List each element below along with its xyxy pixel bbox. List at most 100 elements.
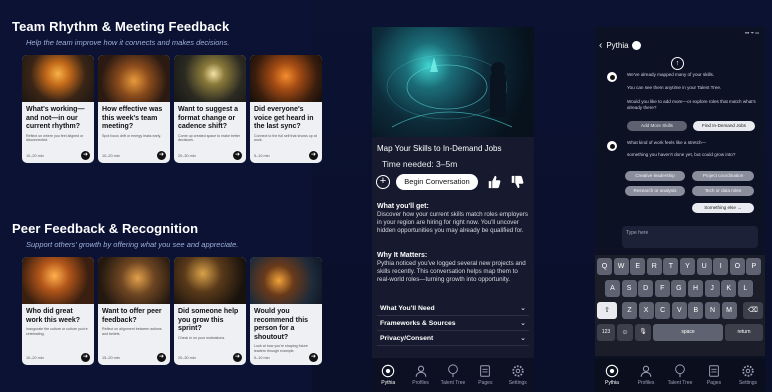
card-description: Connect to the full self that shows up a… — [254, 133, 317, 143]
pythia-avatar — [607, 72, 617, 82]
accordion-frameworks-sources[interactable]: Frameworks & Sources ⌄ — [377, 318, 529, 331]
feedback-card[interactable]: Who did great work this week? Inaugurate… — [22, 257, 94, 365]
card-title: Want to offer peer feedback? — [102, 308, 162, 324]
key[interactable]: O — [729, 258, 745, 275]
tab-profiles[interactable]: Profiles — [631, 364, 661, 386]
return-key[interactable]: return — [725, 324, 763, 341]
chat-input[interactable]: Type here — [622, 226, 758, 248]
tab-pages[interactable]: Pages — [470, 364, 500, 386]
accordion-label: Frameworks & Sources — [380, 320, 456, 327]
thumbs-up-icon[interactable] — [487, 175, 501, 189]
card-duration: 20–30 min — [178, 356, 196, 360]
key[interactable]: L — [737, 280, 753, 297]
arrow-right-icon[interactable]: ➜ — [233, 353, 242, 362]
thumbs-down-icon[interactable] — [510, 175, 524, 189]
tab-profiles[interactable]: Profiles — [406, 364, 436, 386]
keyboard-row-4: 123 ☺ 🎙 space return — [597, 324, 763, 343]
microphone-key[interactable]: 🎙 — [635, 324, 651, 341]
tab-pages[interactable]: Pages — [699, 364, 729, 386]
shift-key[interactable]: ⇧ — [597, 302, 617, 319]
feedback-card[interactable]: Did someone help you grow this sprint? C… — [174, 257, 246, 365]
tab-pythia[interactable]: Pythia — [373, 364, 403, 386]
chevron-down-icon: ⌄ — [520, 320, 526, 327]
option-chip[interactable]: Creative leadership — [625, 171, 685, 181]
key[interactable]: U — [696, 258, 712, 275]
key[interactable]: G — [671, 280, 687, 297]
arrow-right-icon[interactable]: ➜ — [157, 353, 166, 362]
arrow-right-icon[interactable]: ➜ — [81, 353, 90, 362]
time-needed: Time needed: 3–5m — [382, 159, 458, 169]
feedback-card[interactable]: Want to suggest a format change or caden… — [174, 55, 246, 163]
arrow-right-icon[interactable]: ➜ — [157, 151, 166, 160]
section-subtitle-peer-feedback: Support others' growth by offering what … — [26, 240, 239, 249]
key[interactable]: W — [613, 258, 629, 275]
begin-conversation-button[interactable]: Begin Conversation — [396, 174, 478, 190]
add-icon[interactable]: + — [376, 175, 390, 189]
feedback-card[interactable]: Would you recommend this person for a sh… — [250, 257, 322, 365]
tab-talent-tree[interactable]: Talent Tree — [438, 364, 468, 386]
key[interactable]: V — [671, 302, 687, 319]
conversation-title: Map Your Skills to In-Demand Jobs — [377, 144, 502, 153]
feedback-card[interactable]: Did everyone's voice get heard in the la… — [250, 55, 322, 163]
numbers-key[interactable]: 123 — [597, 324, 615, 341]
key[interactable]: J — [704, 280, 720, 297]
something-else-chip[interactable]: Something else → — [692, 203, 754, 213]
accordion-privacy-consent[interactable]: Privacy/Consent ⌄ — [377, 333, 529, 346]
arrow-right-icon[interactable]: ➜ — [309, 353, 318, 362]
feedback-card[interactable]: Want to offer peer feedback? Reflect on … — [98, 257, 170, 365]
arrow-up-icon[interactable]: ↑ — [671, 57, 684, 70]
chat-message: You can see them anytime in your Talent … — [627, 85, 722, 90]
tree-icon — [675, 364, 685, 378]
key[interactable]: C — [655, 302, 671, 319]
key[interactable]: F — [654, 280, 670, 297]
tab-pythia[interactable]: Pythia — [597, 364, 627, 386]
tab-settings[interactable]: Settings — [503, 364, 533, 386]
emoji-key[interactable]: ☺ — [617, 324, 633, 341]
key[interactable]: R — [646, 258, 662, 275]
key[interactable]: Z — [622, 302, 637, 319]
key[interactable]: D — [638, 280, 654, 297]
key[interactable]: P — [746, 258, 762, 275]
section-subtitle-team-rhythm: Help the team improve how it connects an… — [26, 38, 230, 47]
option-chip[interactable]: Research or analysis — [625, 186, 685, 196]
space-key[interactable]: space — [653, 324, 723, 341]
chevron-down-icon: ⌄ — [520, 335, 526, 342]
tab-talent-tree[interactable]: Talent Tree — [665, 364, 695, 386]
back-icon[interactable]: ‹ — [599, 40, 602, 51]
arrow-right-icon[interactable]: ➜ — [233, 151, 242, 160]
arrow-right-icon[interactable]: ➜ — [81, 151, 90, 160]
key[interactable]: Q — [597, 258, 612, 275]
option-chip[interactable]: Tech or data roles — [692, 186, 754, 196]
key[interactable]: E — [630, 258, 646, 275]
key[interactable]: H — [688, 280, 703, 297]
add-more-skills-chip[interactable]: Add More Skills — [627, 121, 687, 131]
card-illustration — [250, 257, 322, 304]
tab-settings[interactable]: Settings — [733, 364, 763, 386]
key[interactable]: T — [663, 258, 679, 275]
key[interactable]: B — [688, 302, 704, 319]
option-chip[interactable]: Project coordination — [692, 171, 754, 181]
accordion-what-youll-need[interactable]: What You'll Need ⌄ — [377, 303, 529, 316]
keyboard-row-3: ⇧ Z X C V B N M ⌫ — [597, 302, 763, 321]
feedback-card[interactable]: How effective was this week's team meeti… — [98, 55, 170, 163]
key[interactable]: Y — [680, 258, 695, 275]
find-in-demand-jobs-chip[interactable]: Find In-Demand Jobs — [693, 121, 755, 131]
key[interactable]: A — [605, 280, 620, 297]
tab-label: Pages — [478, 380, 493, 386]
bottom-tab-bar: Pythia Profiles Talent Tree Pages Settin… — [595, 358, 765, 392]
key[interactable]: I — [713, 258, 729, 275]
chat-input-placeholder: Type here — [626, 230, 649, 236]
key[interactable]: K — [721, 280, 737, 297]
backspace-key[interactable]: ⌫ — [743, 302, 763, 319]
key[interactable]: M — [721, 302, 737, 319]
tab-label: Profiles — [637, 380, 655, 386]
profile-icon — [640, 365, 652, 377]
pythia-icon — [605, 364, 619, 378]
key[interactable]: N — [705, 302, 720, 319]
card-title: Did everyone's voice get heard in the la… — [254, 106, 314, 130]
action-row: + Begin Conversation — [376, 174, 532, 192]
key[interactable]: S — [621, 280, 637, 297]
key[interactable]: X — [638, 302, 654, 319]
arrow-right-icon[interactable]: ➜ — [309, 151, 318, 160]
feedback-card[interactable]: What's working—and not—in our current rh… — [22, 55, 94, 163]
